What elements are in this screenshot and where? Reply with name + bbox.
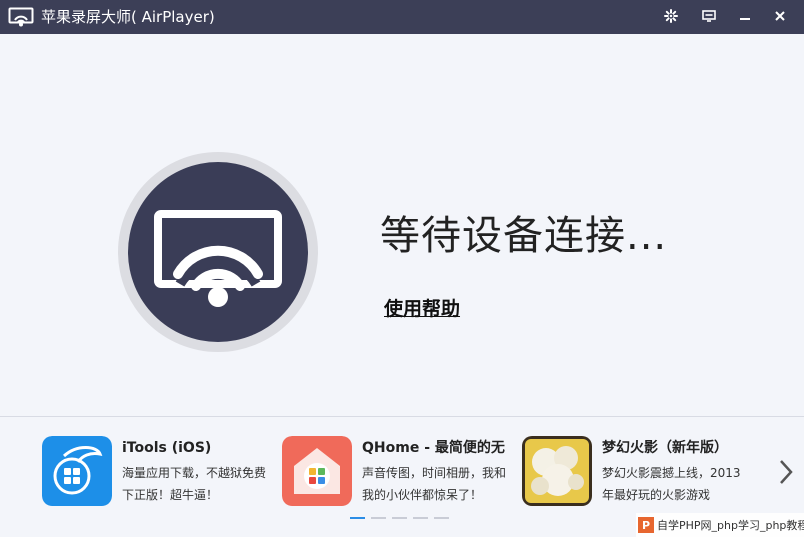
- main-panel: 等待设备连接... 使用帮助: [0, 34, 804, 416]
- page-dot[interactable]: [371, 517, 386, 519]
- app-card-qhome[interactable]: QHome - 最简便的无 声音传图，时间相册，我和我的小伙伴都惊呆了！: [282, 436, 512, 508]
- app-card-desc: 海量应用下载，不越狱免费下正版！超牛逼！: [122, 466, 267, 502]
- minimize-icon: [740, 18, 750, 20]
- naruto-game-icon: [522, 436, 592, 506]
- app-card-title: 梦幻火影（新年版）: [602, 440, 728, 456]
- page-dot[interactable]: [392, 517, 407, 519]
- app-card-title: iTools (iOS): [122, 440, 212, 456]
- app-card-desc: 梦幻火影震撼上线，2013年最好玩的火影游戏: [602, 466, 741, 502]
- app-card-title: QHome - 最简便的无: [362, 440, 505, 456]
- watermark-text: 自学PHP网_php学习_php教程: [657, 519, 804, 532]
- watermark-logo: P: [638, 517, 654, 533]
- itools-app-icon: [42, 436, 112, 506]
- airplay-logo-icon: [8, 7, 34, 27]
- close-button[interactable]: [767, 4, 793, 28]
- minimize-button[interactable]: [732, 4, 758, 28]
- next-arrow-icon[interactable]: [774, 455, 798, 489]
- feedback-icon: [702, 10, 716, 22]
- title-bar: 苹果录屏大师( AirPlayer): [0, 0, 804, 34]
- close-icon: [775, 11, 785, 21]
- watermark: P 自学PHP网_php学习_php教程: [636, 513, 804, 537]
- airplay-waiting-icon: [118, 152, 318, 352]
- page-dot[interactable]: [413, 517, 428, 519]
- page-dot[interactable]: [350, 517, 365, 519]
- connection-status: 等待设备连接...: [380, 213, 668, 259]
- page-indicator: [350, 517, 449, 521]
- app-title: 苹果录屏大师( AirPlayer): [41, 8, 215, 26]
- help-link[interactable]: 使用帮助: [384, 296, 460, 322]
- app-card-itools[interactable]: iTools (iOS) 海量应用下载，不越狱免费下正版！超牛逼！: [42, 436, 272, 508]
- settings-icon: [664, 9, 678, 23]
- app-card-naruto[interactable]: 梦幻火影（新年版） 梦幻火影震撼上线，2013年最好玩的火影游戏: [522, 436, 762, 508]
- settings-button[interactable]: [658, 4, 684, 28]
- qhome-app-icon: [282, 436, 352, 506]
- feedback-button[interactable]: [696, 4, 722, 28]
- app-card-desc: 声音传图，时间相册，我和我的小伙伴都惊呆了！: [362, 466, 507, 502]
- page-dot[interactable]: [434, 517, 449, 519]
